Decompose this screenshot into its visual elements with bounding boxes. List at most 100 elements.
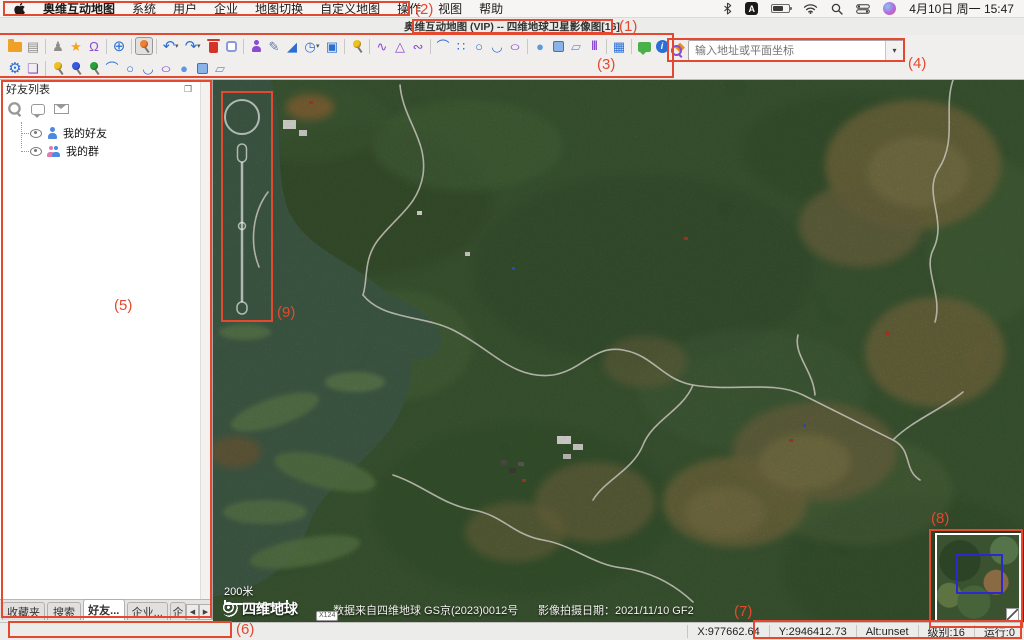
apple-icon[interactable] [14, 0, 26, 18]
input-source-icon[interactable]: A [745, 2, 758, 15]
open-folder-icon[interactable] [6, 37, 24, 55]
spotlight-icon[interactable] [831, 0, 843, 18]
ellipse-icon[interactable]: ○ [153, 59, 179, 77]
tree-item-my-friends[interactable]: 我的好友 [14, 124, 212, 142]
friend-chat-icon[interactable] [31, 104, 45, 115]
settings-gear-icon[interactable]: ⚙ [6, 59, 24, 77]
siri-icon[interactable] [883, 2, 896, 15]
search-input[interactable] [689, 41, 885, 60]
menu-clock[interactable]: 4月10日 周一 15:47 [909, 0, 1014, 17]
favorites-star-icon[interactable]: ★ [67, 37, 85, 55]
filled-circle-icon[interactable]: ● [531, 37, 549, 55]
filled-rect-icon[interactable] [549, 37, 567, 55]
polyline-icon[interactable]: ∿ [373, 37, 391, 55]
menu-help[interactable]: 帮助 [479, 0, 503, 17]
filled-rect-icon[interactable] [193, 59, 211, 77]
bars-icon[interactable]: ||| [585, 37, 603, 55]
delete-icon[interactable] [204, 37, 222, 55]
satellite-imagery [213, 80, 1024, 622]
tree-item-my-groups[interactable]: 我的群 [14, 142, 212, 160]
export-view-icon[interactable]: ▣ [323, 37, 341, 55]
macos-menu-bar: 奥维互动地图 系统 用户 企业 地图切换 自定义地图 操作 视图 帮助 A [0, 0, 1024, 18]
search-combo: ▾ [688, 40, 904, 61]
elevation-chart-icon[interactable]: ◢ [283, 37, 301, 55]
person-pin-icon[interactable] [247, 37, 265, 55]
chat-icon[interactable] [635, 37, 653, 55]
menu-user[interactable]: 用户 [173, 0, 197, 17]
document-icon[interactable]: ❏ [24, 59, 42, 77]
select-box-icon[interactable] [222, 37, 240, 55]
tab-search[interactable]: 搜索 [47, 602, 81, 620]
tab-favorites[interactable]: 收藏夹 [2, 602, 45, 620]
menu-system[interactable]: 系统 [132, 0, 156, 17]
menu-custom-map[interactable]: 自定义地图 [320, 0, 380, 17]
minimap-viewport-rect[interactable] [956, 554, 1003, 594]
globe-icon[interactable]: ⊕ [110, 37, 128, 55]
toolbar-separator [344, 39, 345, 54]
arc-icon[interactable]: ⌒ [434, 37, 452, 55]
menu-view[interactable]: 视图 [438, 0, 462, 17]
search-dropdown-icon[interactable]: ▾ [885, 41, 903, 60]
ellipse-icon[interactable]: ○ [502, 37, 528, 55]
map-viewport[interactable]: 200米 四维地球 数据来自四维地球 GS京(2023)0012号 影像拍摄日期… [213, 80, 1024, 622]
arc-icon[interactable]: ⌒ [103, 59, 121, 77]
control-center-icon[interactable] [856, 0, 870, 18]
sidebar-scrollbar[interactable] [200, 80, 211, 599]
pin-yellow-icon[interactable] [49, 59, 67, 77]
battery-icon[interactable] [771, 4, 790, 13]
pin-blue-icon[interactable] [67, 59, 85, 77]
save-icon[interactable]: ▤ [24, 37, 42, 55]
polygon-icon[interactable]: △ [391, 37, 409, 55]
filled-polygon-icon[interactable]: ▱ [211, 59, 229, 77]
friend-icon [47, 127, 58, 140]
curve-icon[interactable]: ∾ [409, 37, 427, 55]
siwei-earth-icon [222, 601, 238, 617]
stamp-icon[interactable]: ♟ [49, 37, 67, 55]
friend-mail-icon[interactable] [54, 104, 69, 114]
friends-panel: 好友列表 ❐ × 我的好友 我的群 收藏夹 [0, 80, 213, 620]
window-title-bar: 奥维互动地图 (VIP) -- 四维地球卫星影像图[16] [0, 18, 1024, 35]
status-x-coordinate: X:977662.64 [687, 625, 768, 638]
visibility-eye-icon[interactable] [30, 129, 42, 138]
map-attribution: 数据来自四维地球 GS京(2023)0012号 [333, 602, 518, 618]
tab-friends[interactable]: 好友... [83, 599, 125, 620]
visibility-eye-icon[interactable] [30, 147, 42, 156]
undo-dropdown-icon[interactable]: ▾ [175, 42, 182, 50]
tab-enterprise2[interactable]: 企 [170, 602, 186, 620]
circle-icon[interactable]: ○ [470, 37, 488, 55]
tab-enterprise[interactable]: 企业... [127, 602, 169, 620]
menu-operate[interactable]: 操作 [397, 0, 421, 17]
toolbar-separator [369, 39, 370, 54]
tab-scroll-right-icon[interactable]: ▶ [199, 604, 212, 620]
float-panel-icon[interactable]: ❐ [182, 83, 194, 95]
menu-app-name[interactable]: 奥维互动地图 [43, 0, 115, 17]
status-altitude: Alt:unset [856, 625, 918, 638]
overview-minimap[interactable] [935, 533, 1021, 623]
multipoint-icon[interactable]: ∷ [452, 37, 470, 55]
pin-tool-icon[interactable] [135, 37, 153, 55]
minimap-resize-handle[interactable] [1006, 608, 1019, 621]
redo-dropdown-icon[interactable]: ▾ [197, 42, 204, 50]
bluetooth-icon[interactable] [722, 0, 732, 18]
measure-icon[interactable]: ✎ [265, 37, 283, 55]
toolbar-separator [243, 39, 244, 54]
history-dropdown-icon[interactable]: ▾ [316, 42, 323, 50]
status-zoom-level: 级别:16 [918, 625, 974, 638]
placemark-icon[interactable] [348, 37, 366, 55]
menu-enterprise[interactable]: 企业 [214, 0, 238, 17]
road-shield-label: X124 [316, 611, 338, 621]
window-title: 奥维互动地图 (VIP) -- 四维地球卫星影像图[16] [404, 19, 620, 34]
circle-icon[interactable]: ○ [121, 59, 139, 77]
group-icon [47, 145, 61, 158]
status-bar: X:977662.64 Y:2946412.73 Alt:unset 级别:16… [0, 622, 1024, 640]
wifi-icon[interactable] [803, 0, 818, 18]
info-icon[interactable]: i [653, 37, 671, 55]
filled-polygon-icon[interactable]: ▱ [567, 37, 585, 55]
pin-green-icon[interactable] [85, 59, 103, 77]
menu-map-switch[interactable]: 地图切换 [255, 0, 303, 17]
grid-table-icon[interactable]: ▦ [610, 37, 628, 55]
track-icon[interactable]: Ω [85, 37, 103, 55]
tab-scroll-left-icon[interactable]: ◀ [186, 604, 199, 620]
search-icon[interactable] [670, 44, 684, 58]
friend-search-icon[interactable] [7, 101, 23, 117]
